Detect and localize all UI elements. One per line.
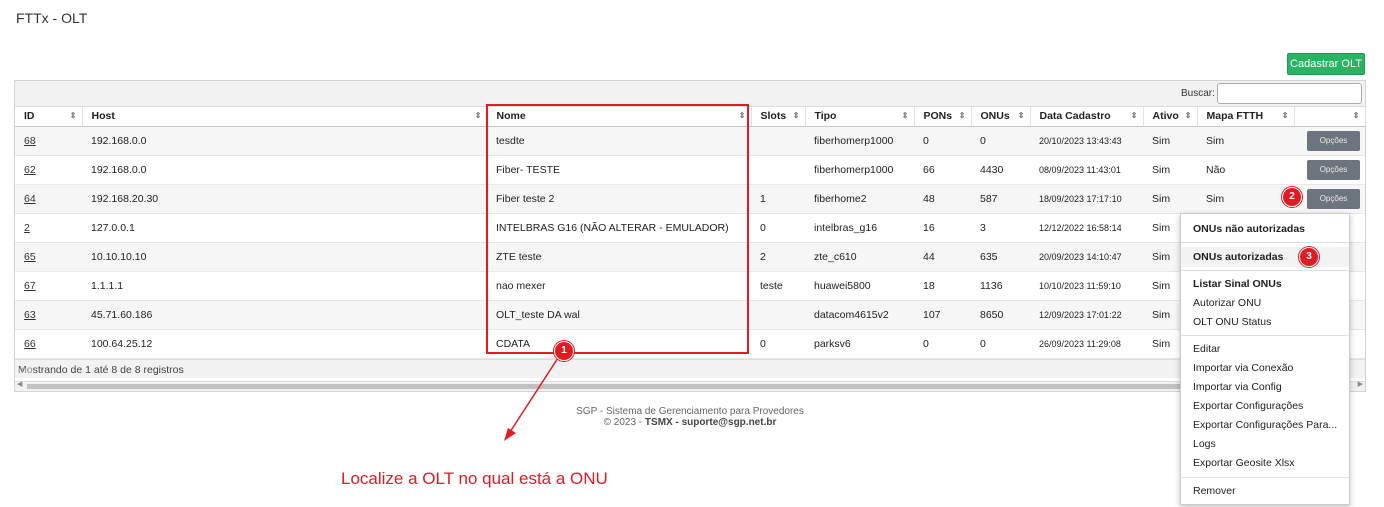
menu-item-exportar-configuracoes[interactable]: Exportar Configurações (1193, 400, 1303, 412)
menu-divider (1181, 242, 1349, 243)
menu-item-onus-autorizadas[interactable]: ONUs autorizadas (1193, 251, 1283, 263)
menu-item-olt-onu-status[interactable]: OLT ONU Status (1193, 316, 1271, 328)
menu-item-importar-via-conexao[interactable]: Importar via Conexão (1193, 362, 1293, 374)
step-badge-3: 3 (1299, 247, 1319, 267)
step-badge-1: 1 (554, 341, 574, 361)
menu-item-remover[interactable]: Remover (1193, 485, 1236, 497)
menu-item-exportar-geosite-xlsx[interactable]: Exportar Geosite Xlsx (1193, 457, 1295, 469)
step-badge-2: 2 (1282, 187, 1302, 207)
annotation-arrow (504, 357, 559, 441)
options-dropdown-menu: ONUs não autorizadas ONUs autorizadas Li… (1180, 213, 1350, 505)
menu-item-listar-sinal-onus[interactable]: Listar Sinal ONUs (1193, 278, 1282, 290)
menu-item-exportar-configuracoes-para[interactable]: Exportar Configurações Para... (1193, 419, 1337, 431)
menu-divider (1181, 477, 1349, 478)
menu-item-importar-via-config[interactable]: Importar via Config (1193, 381, 1282, 393)
menu-divider (1181, 270, 1349, 271)
menu-item-onus-nao-autorizadas[interactable]: ONUs não autorizadas (1193, 223, 1305, 235)
menu-item-autorizar-onu[interactable]: Autorizar ONU (1193, 297, 1261, 309)
annotation-text: Localize a OLT no qual está a ONU (341, 469, 608, 488)
menu-divider (1181, 335, 1349, 336)
menu-item-logs[interactable]: Logs (1193, 438, 1216, 450)
menu-item-editar[interactable]: Editar (1193, 343, 1220, 355)
